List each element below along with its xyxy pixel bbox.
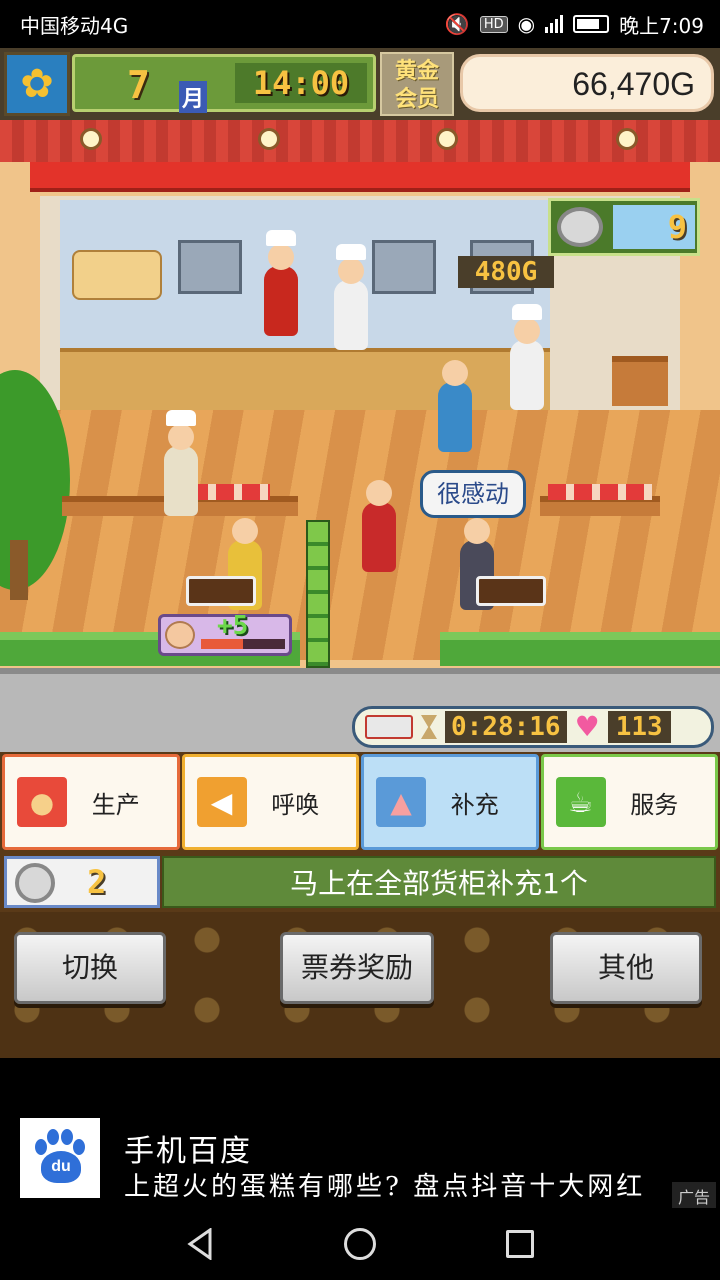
bottom-menu: 切换 票券奖励 其他 [0, 912, 720, 1058]
heart-icon: ♥ [574, 710, 600, 743]
staff-character[interactable] [164, 410, 198, 516]
month-number: 7 [127, 63, 150, 107]
bamboo-decoration[interactable] [306, 520, 330, 668]
date-panel: 7 月 14:00 [72, 54, 376, 113]
satisfaction-fill [201, 639, 243, 649]
baidu-logo-icon: du [20, 1118, 100, 1198]
eye-icon: ◉ [517, 12, 536, 36]
action-bar: ● 生产 ◀ 呼唤 ▲ 补充 ☕ 服务 [0, 752, 720, 852]
customer-character[interactable] [438, 360, 472, 452]
speech-bubble: 很感动 [420, 470, 526, 518]
ticket-counter[interactable]: 2 [4, 856, 160, 908]
signal-icon [545, 15, 564, 33]
restock-label: 补充 [450, 790, 499, 819]
cake-display[interactable] [190, 484, 270, 500]
navigation-bar [0, 1208, 720, 1280]
lamp-icon [436, 128, 458, 150]
switch-button[interactable]: 切换 [14, 932, 166, 1004]
ticket-rewards-button[interactable]: 票券奖励 [280, 932, 434, 1004]
restock-button[interactable]: ▲ 补充 [361, 754, 539, 850]
hint-message: 马上在全部货柜补充1个 [162, 856, 716, 908]
cafe-table[interactable] [476, 576, 546, 606]
satisfaction-bar [201, 639, 285, 649]
sandwich-shelf[interactable] [612, 356, 668, 406]
customer-face-icon [165, 621, 195, 649]
satisfaction-popup: +5 [158, 611, 292, 656]
service-button[interactable]: ☕ 服务 [540, 754, 718, 850]
coin-icon [557, 207, 603, 247]
cafe-table[interactable] [186, 576, 256, 606]
battery-icon [573, 15, 610, 33]
coin-count: 9 [613, 205, 695, 249]
hedge [440, 632, 720, 666]
money-display: 66,470G [460, 54, 714, 112]
bread-shelf[interactable] [72, 250, 162, 300]
shop-awning [30, 162, 690, 192]
game-clock: 14:00 [235, 63, 367, 103]
info-bar: 2 马上在全部货柜补充1个 [0, 852, 720, 912]
lamp-icon [616, 128, 638, 150]
bread-icon: ● [17, 777, 67, 827]
produce-button[interactable]: ● 生产 [2, 754, 180, 850]
sunflower-icon[interactable]: ✿ [4, 52, 70, 116]
call-label: 呼唤 [271, 790, 320, 819]
member-line-2: 会员 [394, 87, 439, 112]
event-timer: 0:28:16 [445, 711, 567, 743]
member-line-1: 黄金 [394, 59, 439, 84]
call-button[interactable]: ◀ 呼唤 [181, 754, 359, 850]
coffee-cup-icon: ☕ [555, 777, 606, 827]
coin-counter[interactable]: 9 [548, 198, 700, 256]
ad-title: 手机百度 [124, 1134, 252, 1169]
shop-floor [0, 410, 720, 660]
game-scene[interactable]: 480G 9 很感动 +5 0:28:16 ♥ 113 [0, 120, 720, 752]
delivery-truck-icon [365, 715, 413, 739]
logo-text: du [41, 1151, 81, 1183]
cashier-character[interactable] [510, 304, 544, 410]
recent-apps-icon[interactable] [506, 1230, 534, 1258]
hd-badge: HD [479, 15, 508, 33]
hourglass-icon [421, 715, 437, 739]
back-icon[interactable] [186, 1228, 214, 1260]
oven[interactable] [178, 240, 242, 294]
ad-tag: 广告 [671, 1182, 716, 1210]
home-icon[interactable] [344, 1228, 376, 1260]
cake-display[interactable] [548, 484, 652, 500]
status-bar: 中国移动4G 🔇 HD ◉ 晚上7:09 [0, 0, 720, 48]
clock-label: 晚上7:09 [619, 13, 704, 38]
chef-character[interactable] [334, 244, 368, 350]
ticket-count: 2 [87, 863, 107, 901]
carrier-label: 中国移动4G [20, 13, 129, 38]
cake-icon: ▲ [376, 777, 426, 827]
lamp-icon [258, 128, 280, 150]
tree-trunk [10, 540, 28, 600]
chef-character[interactable] [264, 230, 298, 336]
top-hud: ✿ 7 月 14:00 黄金 会员 66,470G [0, 48, 720, 120]
ad-description: 上超火的蛋糕有哪些? 盘点抖音十大网红 [124, 1172, 646, 1202]
oven[interactable] [372, 240, 436, 294]
lamp-icon [80, 128, 102, 150]
gold-member-badge[interactable]: 黄金 会员 [380, 52, 454, 116]
mute-icon: 🔇 [444, 12, 470, 36]
shop-status-strip[interactable]: 0:28:16 ♥ 113 [352, 706, 714, 748]
ticket-coin-icon [15, 863, 55, 903]
bonus-value: +5 [217, 611, 249, 641]
ad-banner[interactable]: du 手机百度 上超火的蛋糕有哪些? 盘点抖音十大网红 广告 [0, 1058, 720, 1210]
produce-label: 生产 [91, 790, 140, 819]
service-label: 服务 [630, 790, 679, 819]
megaphone-icon: ◀ [196, 777, 247, 827]
other-button[interactable]: 其他 [550, 932, 702, 1004]
roof-awning [0, 120, 720, 162]
sale-price-popup: 480G [458, 256, 554, 288]
heart-count: 113 [607, 711, 671, 743]
kitchen-counter [60, 348, 550, 414]
customer-character[interactable] [362, 480, 396, 572]
month-unit: 月 [179, 81, 208, 113]
